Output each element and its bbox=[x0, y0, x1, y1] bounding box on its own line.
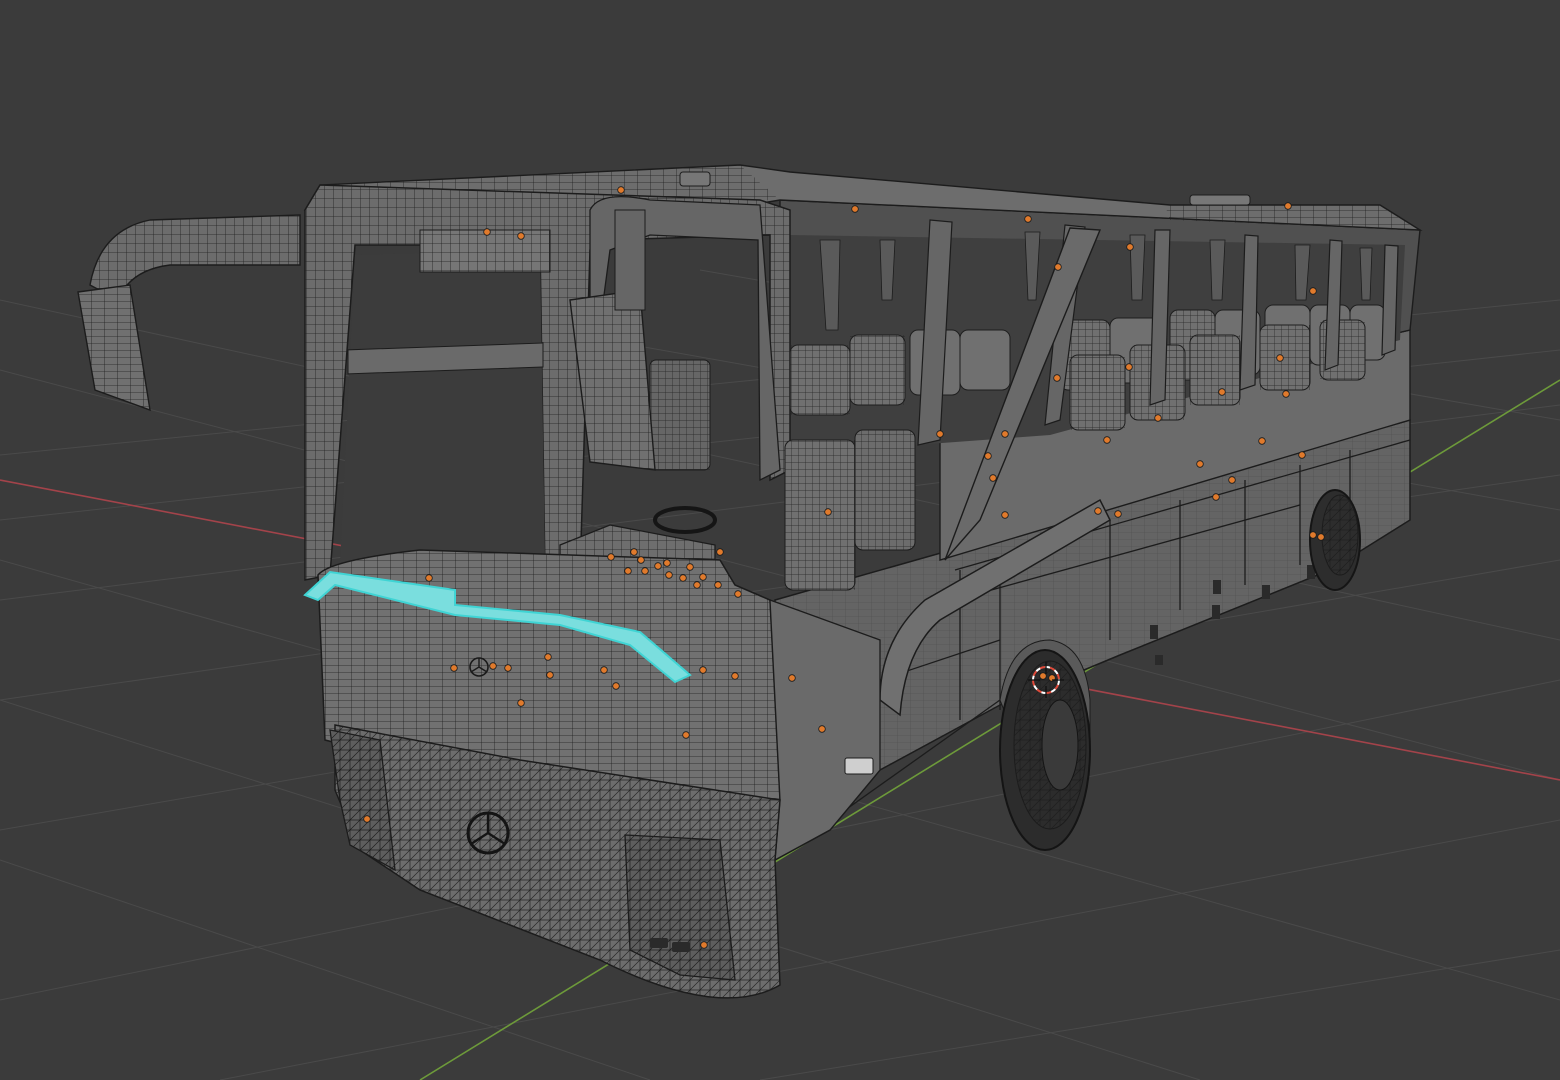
origin-dot[interactable] bbox=[693, 581, 701, 589]
origin-dot[interactable] bbox=[483, 228, 491, 236]
origin-dot[interactable] bbox=[637, 556, 645, 564]
origin-dot[interactable] bbox=[665, 571, 673, 579]
origin-dot[interactable] bbox=[1039, 672, 1047, 680]
origin-dot[interactable] bbox=[654, 562, 662, 570]
origin-dot[interactable] bbox=[984, 452, 992, 460]
origin-dot[interactable] bbox=[617, 186, 625, 194]
origin-dot[interactable] bbox=[546, 671, 554, 679]
origin-dot[interactable] bbox=[1309, 531, 1317, 539]
3d-viewport[interactable] bbox=[0, 0, 1560, 1080]
origin-dot[interactable] bbox=[517, 699, 525, 707]
origin-dot[interactable] bbox=[1024, 215, 1032, 223]
origin-dot[interactable] bbox=[1298, 451, 1306, 459]
origin-dot[interactable] bbox=[851, 205, 859, 213]
origin-dot[interactable] bbox=[1317, 533, 1325, 541]
origin-dot[interactable] bbox=[612, 682, 620, 690]
origin-dot[interactable] bbox=[1125, 363, 1133, 371]
origin-dot[interactable] bbox=[731, 672, 739, 680]
origin-dot[interactable] bbox=[1282, 390, 1290, 398]
bus-mesh[interactable] bbox=[77, 164, 1423, 999]
origin-dot[interactable] bbox=[425, 574, 433, 582]
origin-dot[interactable] bbox=[1196, 460, 1204, 468]
origin-dot[interactable] bbox=[679, 574, 687, 582]
origin-dot[interactable] bbox=[788, 674, 796, 682]
rear-wheel bbox=[1309, 489, 1361, 591]
origin-dot[interactable] bbox=[1126, 243, 1134, 251]
origin-dot[interactable] bbox=[504, 664, 512, 672]
origin-dot[interactable] bbox=[716, 548, 724, 556]
origin-dot[interactable] bbox=[663, 559, 671, 567]
origin-dot[interactable] bbox=[1114, 510, 1122, 518]
origin-dot[interactable] bbox=[699, 666, 707, 674]
origin-dot[interactable] bbox=[714, 581, 722, 589]
origin-dot[interactable] bbox=[936, 430, 944, 438]
origin-dot[interactable] bbox=[630, 548, 638, 556]
origin-dot[interactable] bbox=[1258, 437, 1266, 445]
left-mirror bbox=[77, 214, 301, 412]
origin-dot[interactable] bbox=[1212, 493, 1220, 501]
origin-dot[interactable] bbox=[989, 474, 997, 482]
front-wheel bbox=[999, 639, 1091, 851]
origin-dot[interactable] bbox=[641, 567, 649, 575]
origin-dot[interactable] bbox=[1228, 476, 1236, 484]
origin-dot[interactable] bbox=[734, 590, 742, 598]
origin-dot[interactable] bbox=[1001, 430, 1009, 438]
origin-dot[interactable] bbox=[1054, 263, 1062, 271]
origin-dot[interactable] bbox=[682, 731, 690, 739]
origin-dot[interactable] bbox=[489, 662, 497, 670]
origin-dot[interactable] bbox=[1103, 436, 1111, 444]
origin-dot[interactable] bbox=[363, 815, 371, 823]
origin-dot[interactable] bbox=[1218, 388, 1226, 396]
origin-dot[interactable] bbox=[544, 653, 552, 661]
origin-dot[interactable] bbox=[1094, 507, 1102, 515]
origin-dot[interactable] bbox=[600, 666, 608, 674]
origin-dot[interactable] bbox=[517, 232, 525, 240]
origin-dot[interactable] bbox=[624, 567, 632, 575]
origin-dot[interactable] bbox=[686, 563, 694, 571]
origin-dot[interactable] bbox=[450, 664, 458, 672]
origin-dot[interactable] bbox=[1053, 374, 1061, 382]
origin-dot[interactable] bbox=[607, 553, 615, 561]
origin-dot[interactable] bbox=[700, 941, 708, 949]
origin-dot[interactable] bbox=[699, 573, 707, 581]
origin-dot[interactable] bbox=[1276, 354, 1284, 362]
origin-dot[interactable] bbox=[1001, 511, 1009, 519]
origin-dot[interactable] bbox=[1309, 287, 1317, 295]
origin-dot[interactable] bbox=[818, 725, 826, 733]
origin-dot[interactable] bbox=[1284, 202, 1292, 210]
origin-dot[interactable] bbox=[824, 508, 832, 516]
origin-dot[interactable] bbox=[1154, 414, 1162, 422]
